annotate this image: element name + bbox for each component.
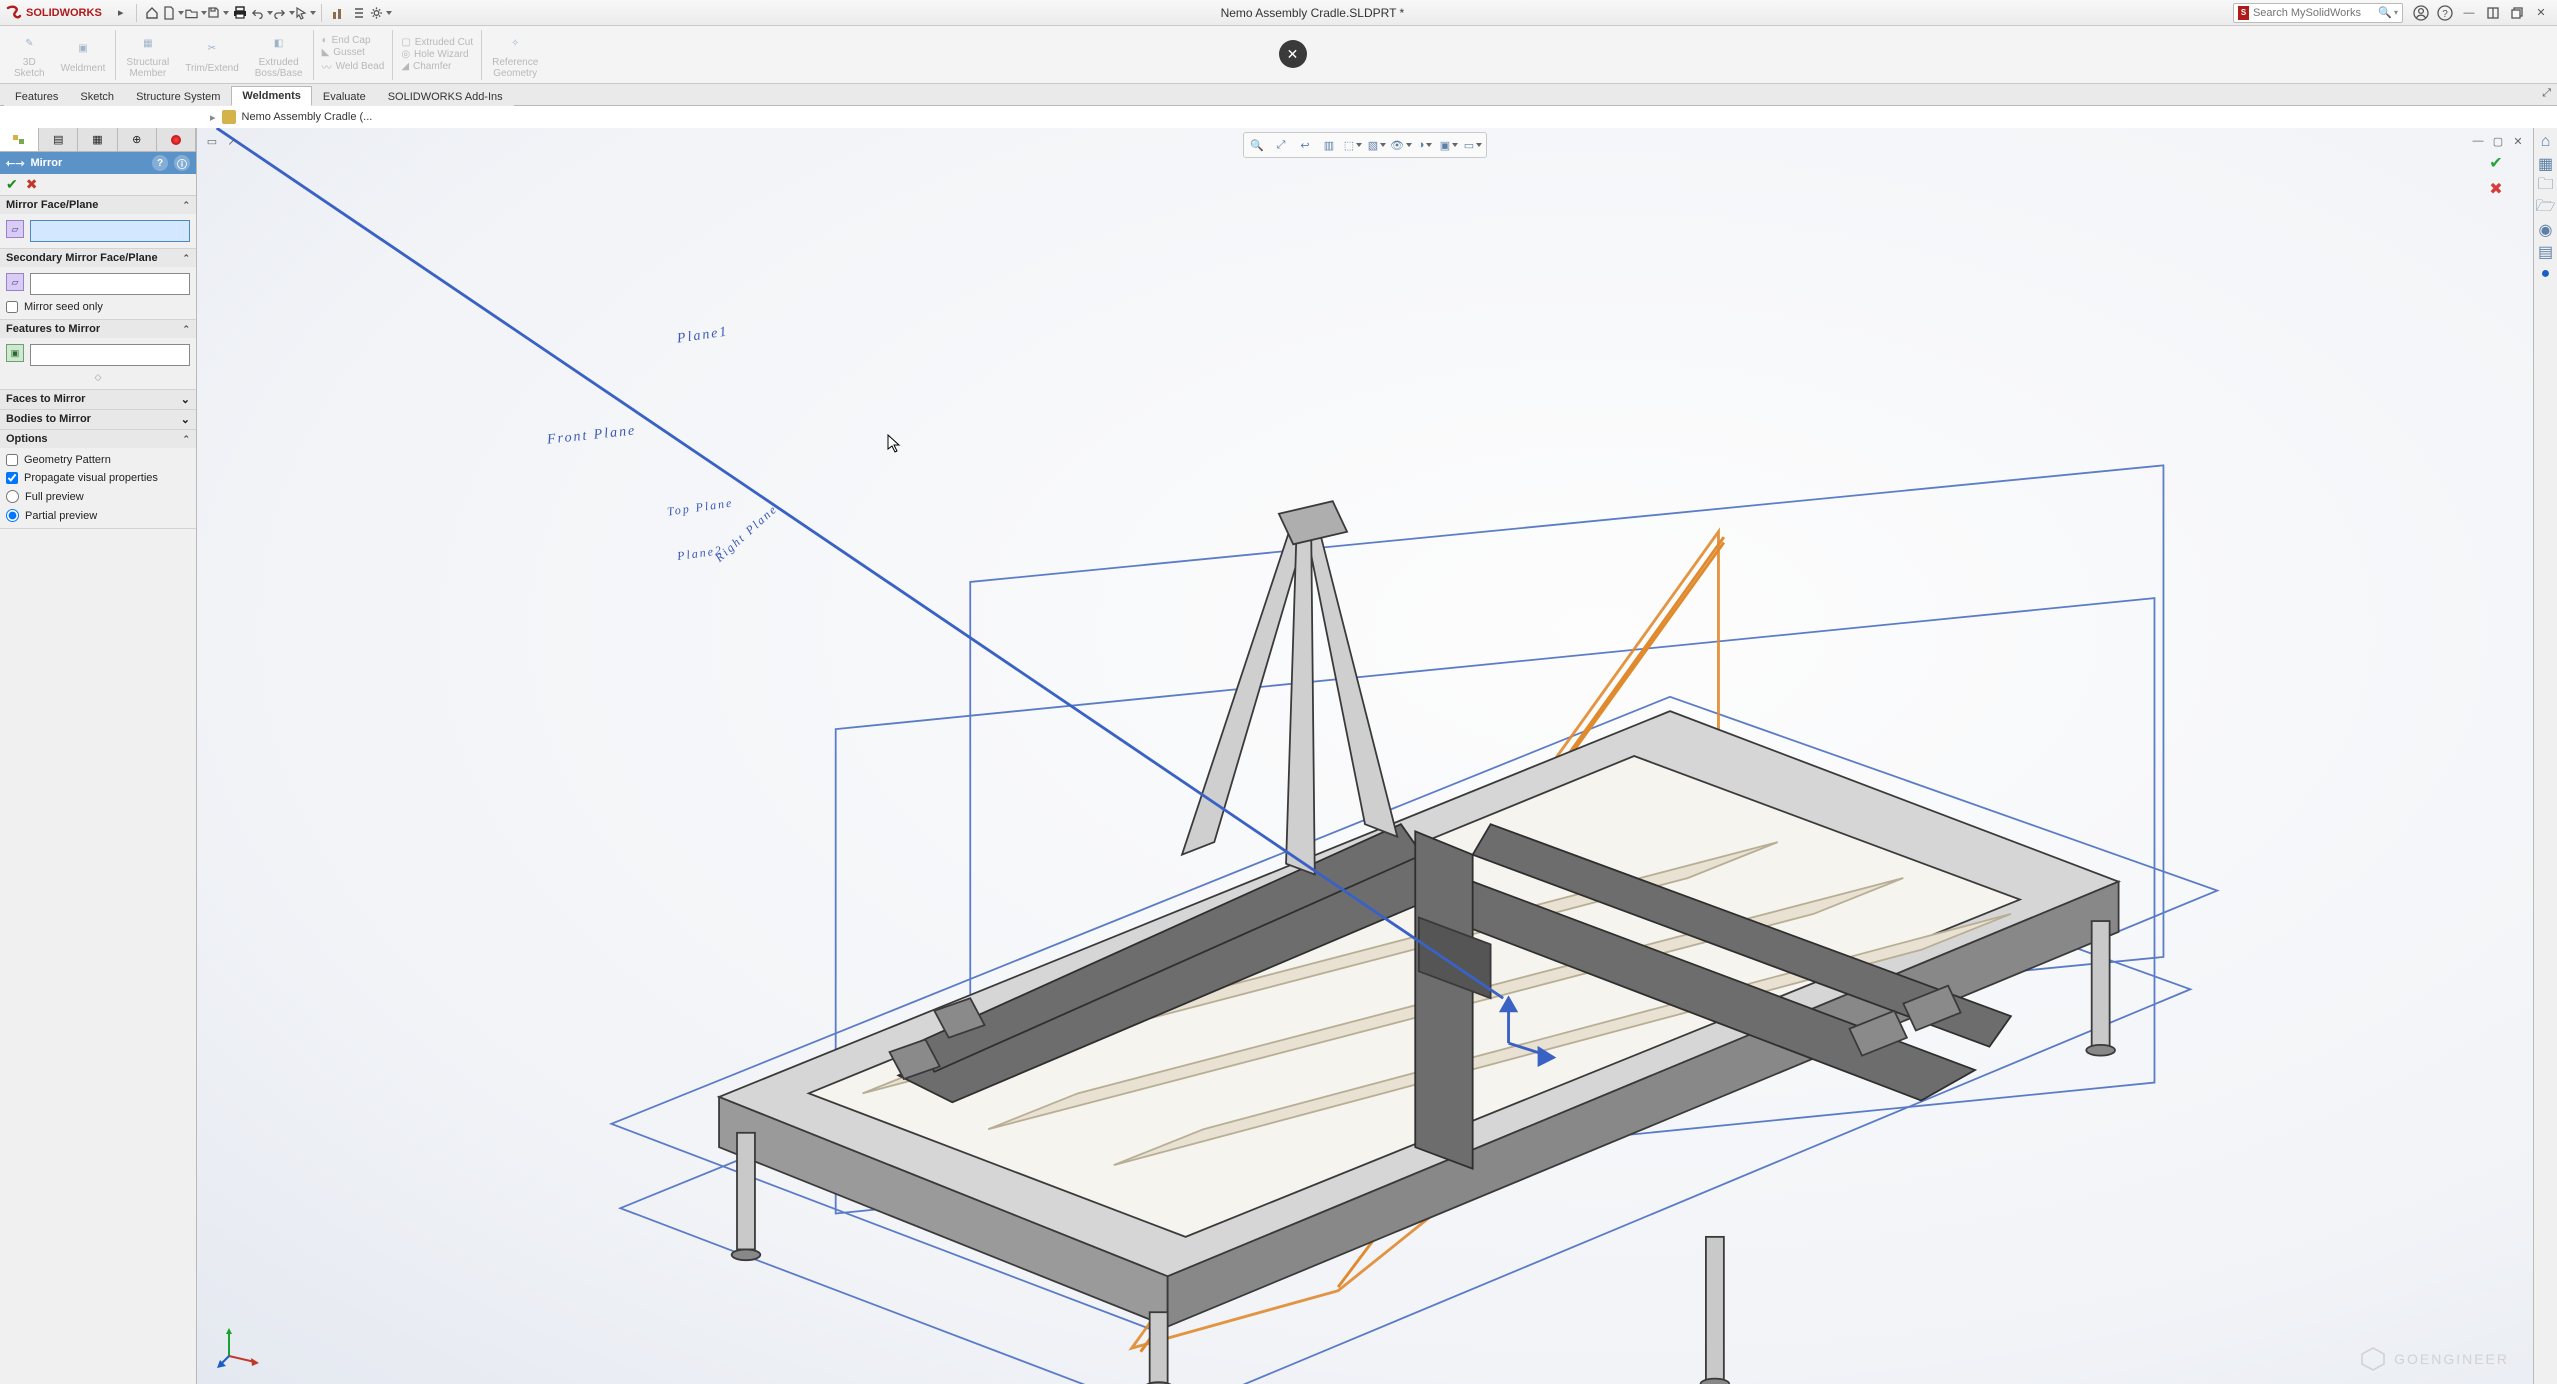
print-icon[interactable] (229, 2, 251, 24)
tab-sketch[interactable]: Sketch (69, 87, 125, 106)
top-menu-bar: SOLIDWORKS ▸ Nemo Assembly Cradle.SLDPRT… (0, 0, 2557, 26)
taskpane-home-icon[interactable]: ⌂ (2536, 132, 2556, 152)
mirror-seed-checkbox[interactable]: Mirror seed only (6, 301, 190, 313)
gusset-button[interactable]: ◣Gusset (322, 47, 385, 58)
weldment-button[interactable]: ▣Weldment (53, 34, 114, 76)
flyout-expand-icon[interactable]: ▸ (110, 2, 132, 24)
redo-icon[interactable] (273, 2, 295, 24)
taskpane-resources-icon[interactable]: ▦ (2536, 154, 2556, 174)
geometry-pattern-checkbox[interactable]: Geometry Pattern (6, 454, 190, 466)
watermark: GOENGINEER (2360, 1346, 2509, 1372)
taskpane-file-explorer-icon[interactable]: 🗁 (2536, 198, 2556, 218)
search-input[interactable] (2253, 7, 2378, 19)
feature-title: Mirror (30, 157, 62, 169)
ribbon-tab-strip: Features Sketch Structure System Weldmen… (0, 84, 2557, 106)
help-icon[interactable]: ? (2435, 3, 2455, 23)
pm-tab-property[interactable]: ▤ (39, 128, 78, 151)
search-magnify-icon[interactable]: 🔍 (2378, 6, 2392, 19)
pm-tab-feature[interactable] (0, 128, 39, 151)
save-icon[interactable] (207, 2, 229, 24)
tab-addins[interactable]: SOLIDWORKS Add-Ins (377, 87, 514, 106)
pm-tab-config[interactable]: ▦ (78, 128, 117, 151)
extruded-cut-button[interactable]: ▢Extruded Cut (401, 37, 473, 48)
structural-member-button[interactable]: ▦Structural Member (118, 28, 177, 81)
weld-bead-button[interactable]: 〰Weld Bead (322, 59, 385, 74)
minimize-icon[interactable]: — (2459, 3, 2479, 23)
section-features-to-mirror[interactable]: Features to Mirror⌃ (0, 320, 196, 338)
section-options[interactable]: Options⌃ (0, 430, 196, 448)
pm-tab-dimxpert[interactable]: ⊕ (118, 128, 157, 151)
feature-selector-icon[interactable]: ▣ (6, 344, 24, 362)
property-manager-panel: ▤ ▦ ⊕ ⇽⇾ Mirror ? ⓘ ✔ ✖ Mirror Face/Plan… (0, 128, 197, 1384)
orientation-triad[interactable] (217, 1324, 261, 1368)
list-icon[interactable] (348, 2, 370, 24)
features-selection[interactable] (30, 344, 190, 366)
breadcrumb-label[interactable]: Nemo Assembly Cradle (... (242, 111, 373, 123)
pm-tab-appearance[interactable] (157, 128, 196, 151)
section-mirror-face[interactable]: Mirror Face/Plane⌃ (0, 196, 196, 214)
close-icon[interactable]: ✕ (2531, 3, 2551, 23)
app-logo: SOLIDWORKS (6, 5, 102, 21)
help-detail-icon[interactable]: ? (152, 155, 168, 171)
mirror-face-selection[interactable] (30, 220, 190, 242)
close-bubble-button[interactable]: ✕ (1279, 40, 1307, 68)
taskpane-appearances-icon[interactable]: ▤ (2536, 242, 2556, 262)
document-title: Nemo Assembly Cradle.SLDPRT * (392, 6, 2233, 20)
breadcrumb-chevron-icon[interactable]: ▸ (210, 111, 216, 124)
secondary-plane-icon[interactable]: ▱ (6, 273, 24, 291)
search-box[interactable]: S 🔍 ▾ (2233, 3, 2403, 23)
undo-icon[interactable] (251, 2, 273, 24)
select-icon[interactable] (295, 2, 317, 24)
new-file-icon[interactable] (163, 2, 185, 24)
partial-preview-radio[interactable]: Partial preview (6, 509, 190, 522)
trim-extend-button[interactable]: ✂Trim/Extend (177, 34, 247, 76)
section-bodies-to-mirror[interactable]: Bodies to Mirror⌄ (0, 410, 196, 430)
taskpane-view-palette-icon[interactable]: ◉ (2536, 220, 2556, 240)
restore1-icon[interactable] (2483, 3, 2503, 23)
secondary-face-selection[interactable] (30, 273, 190, 295)
hole-wizard-button[interactable]: ◎Hole Wizard (401, 49, 473, 60)
solidworks-badge-icon: S (2238, 6, 2249, 20)
taskpane-custom-props-icon[interactable]: ● (2536, 264, 2556, 284)
graphics-viewport[interactable]: ▭ ↗ — ▢ ✕ ✔ ✖ 🔍 ⤢ ↩ ▥ ⬚ ▧ 👁 ◑ ▣ (197, 128, 2533, 1384)
extruded-boss-button[interactable]: ◧Extruded Boss/Base (247, 28, 311, 81)
app-name: SOLIDWORKS (26, 7, 102, 19)
feature-header: ⇽⇾ Mirror ? ⓘ (0, 152, 196, 174)
breadcrumb-bar: ▸ Nemo Assembly Cradle (... (0, 106, 2557, 128)
chamfer-button[interactable]: ◢Chamfer (401, 61, 473, 72)
search-dropdown-icon[interactable]: ▾ (2394, 8, 2398, 17)
home-icon[interactable] (141, 2, 163, 24)
mirror-feature-icon: ⇽⇾ (6, 157, 24, 170)
restore2-icon[interactable] (2507, 3, 2527, 23)
help-info-icon[interactable]: ⓘ (174, 155, 190, 171)
expand-ribbon-icon[interactable]: ⤢ (2542, 87, 2551, 100)
rebuild-icon[interactable] (326, 2, 348, 24)
open-file-icon[interactable] (185, 2, 207, 24)
end-cap-button[interactable]: ◐End Cap (322, 35, 385, 46)
section-secondary-mirror[interactable]: Secondary Mirror Face/Plane⌃ (0, 249, 196, 267)
tab-structure-system[interactable]: Structure System (125, 87, 231, 106)
reject-icon[interactable]: ✖ (26, 176, 38, 193)
accept-icon[interactable]: ✔ (6, 176, 18, 193)
propagate-checkbox[interactable]: Propagate visual properties (6, 472, 190, 484)
tab-features[interactable]: Features (4, 87, 69, 106)
user-account-icon[interactable] (2411, 3, 2431, 23)
svg-text:?: ? (2442, 9, 2448, 20)
full-preview-radio[interactable]: Full preview (6, 490, 190, 503)
plane-selector-icon[interactable]: ▱ (6, 220, 24, 238)
section-faces-to-mirror[interactable]: Faces to Mirror⌄ (0, 390, 196, 410)
taskpane-design-library-icon[interactable]: 🗀 (2536, 176, 2556, 196)
tab-evaluate[interactable]: Evaluate (312, 87, 377, 106)
part-icon (222, 110, 236, 124)
3d-sketch-button[interactable]: ✎3D Sketch (6, 28, 53, 81)
settings-icon[interactable] (370, 2, 392, 24)
model-svg (197, 128, 2533, 1384)
tab-weldments[interactable]: Weldments (231, 86, 311, 106)
task-pane: ⌂ ▦ 🗀 🗁 ◉ ▤ ● (2533, 128, 2557, 1384)
reference-geometry-button[interactable]: ✧Reference Geometry (484, 28, 546, 81)
